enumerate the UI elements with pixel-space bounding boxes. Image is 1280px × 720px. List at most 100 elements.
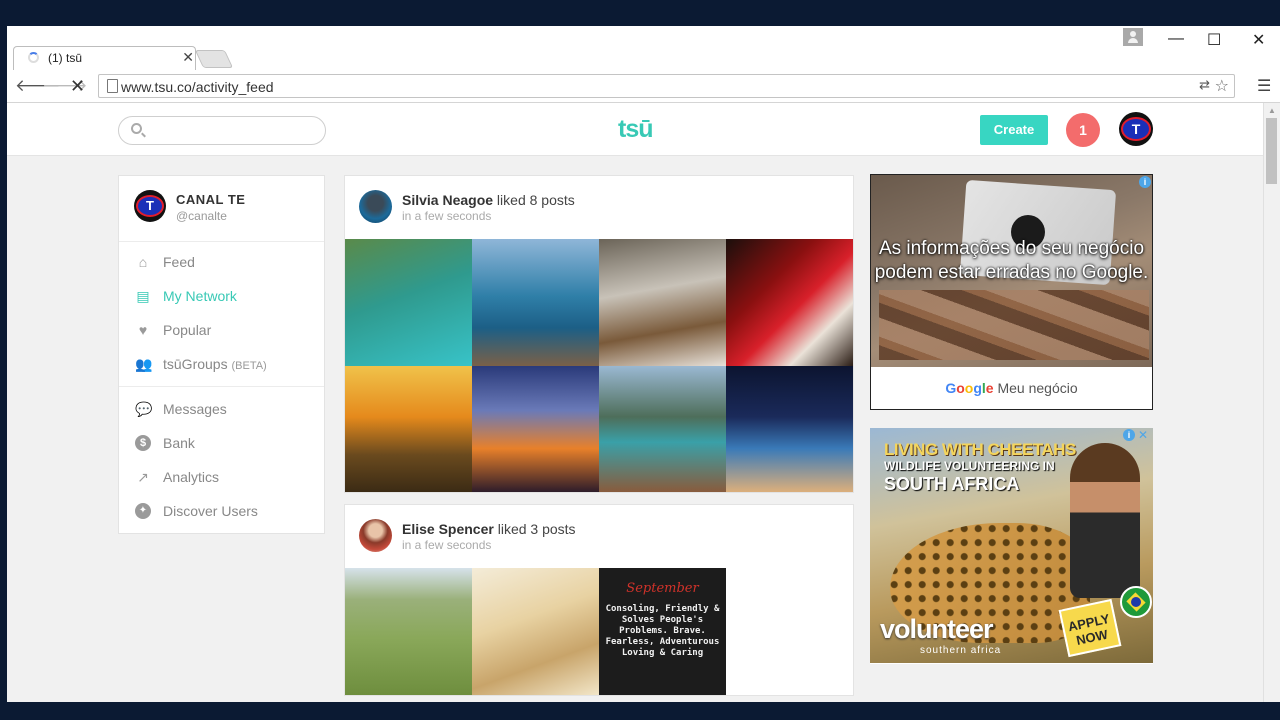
post-thumbnail[interactable]: [472, 568, 599, 695]
sidebar-item-groups[interactable]: 👥 tsūGroups (BETA): [119, 350, 324, 380]
post-thumbnail[interactable]: [345, 239, 472, 366]
url-text[interactable]: www.tsu.co/activity_feed: [121, 79, 274, 95]
google-logo: Google: [945, 380, 994, 396]
dollar-icon: $: [135, 435, 151, 451]
sidebar-item-label: My Network: [163, 288, 237, 304]
post-thumbnail[interactable]: [599, 239, 726, 366]
sidebar-item-my-network[interactable]: ▤ My Network: [119, 282, 324, 312]
post-thumbnail[interactable]: [726, 239, 853, 366]
sidebar-item-label: Messages: [163, 401, 227, 417]
scroll-up-icon[interactable]: ▲: [1268, 106, 1276, 115]
profile-avatar[interactable]: T: [134, 190, 166, 222]
user-avatar[interactable]: T: [1119, 112, 1153, 146]
google-ad[interactable]: As informações do seu negócio podem esta…: [870, 174, 1153, 410]
feed-card: Silvia Neagoe liked 8 posts in a few sec…: [344, 175, 854, 493]
timestamp: in a few seconds: [402, 538, 492, 552]
browser-menu-icon[interactable]: ☰: [1257, 76, 1271, 96]
sidebar-item-label: Analytics: [163, 469, 220, 485]
timestamp: in a few seconds: [402, 209, 492, 223]
users-icon: 👥: [135, 356, 153, 372]
sidebar-item-label: Feed: [163, 254, 195, 270]
maximize-icon[interactable]: ☐: [1207, 30, 1221, 50]
search-box[interactable]: [118, 116, 326, 145]
loading-spinner-icon: [28, 52, 39, 63]
sidebar-item-messages[interactable]: 💬 Messages: [119, 395, 324, 425]
left-sidebar: T CANAL TE @canalte ⌂ Feed ▤ My Network …: [118, 175, 325, 534]
sidebar-item-discover-users[interactable]: ✦ Discover Users: [119, 497, 324, 527]
sidebar-item-popular[interactable]: ♥ Popular: [119, 316, 324, 346]
sidebar-divider: [119, 386, 324, 387]
ad-brand-sub: southern africa: [920, 645, 1002, 656]
ad-brand: volunteer: [880, 614, 994, 644]
sidebar-item-label: Popular: [163, 322, 212, 338]
post-thumbnail[interactable]: [345, 366, 472, 492]
woman-image: [1070, 443, 1140, 598]
tab-active[interactable]: (1) tsū ✕: [13, 46, 196, 70]
sidebar-item-label: Discover Users: [163, 503, 258, 519]
site-header: tsū Create 1 T: [7, 103, 1263, 156]
scroll-thumb[interactable]: [1266, 118, 1277, 184]
notification-badge[interactable]: 1: [1066, 113, 1100, 147]
search-input[interactable]: [149, 121, 314, 141]
address-bar[interactable]: www.tsu.co/activity_feed ⇄ ☆: [98, 74, 1235, 98]
card-title: Silvia Neagoe liked 8 posts: [402, 192, 575, 208]
post-thumbnail[interactable]: [472, 239, 599, 366]
trend-icon: ↗: [137, 469, 149, 485]
ad-headline: LIVING WITH CHEETAHS: [884, 440, 1076, 459]
ad-footer: Google Meu negócio: [871, 367, 1152, 409]
beta-tag: (BETA): [231, 360, 267, 372]
thumb-heading: September: [626, 581, 699, 596]
ad-choices-icon[interactable]: i: [1123, 429, 1135, 441]
new-tab-button[interactable]: [194, 50, 234, 68]
card-title: Elise Spencer liked 3 posts: [402, 521, 576, 537]
sidebar-item-analytics[interactable]: ↗ Analytics: [119, 463, 324, 493]
page-scrollbar[interactable]: ▲: [1263, 103, 1280, 702]
stop-loading-icon[interactable]: ✕: [70, 76, 85, 97]
profile-icon[interactable]: [1123, 28, 1143, 46]
post-thumbnail[interactable]: [345, 568, 472, 695]
user-avatar[interactable]: [359, 190, 392, 223]
thumb-text: Consoling, Friendly & Solves People's Pr…: [605, 604, 720, 658]
create-button[interactable]: Create: [980, 115, 1048, 145]
search-icon: [131, 123, 142, 134]
tab-strip: (1) tsū ✕ — ☐ ✕: [7, 26, 1280, 70]
profile-name[interactable]: CANAL TE: [176, 192, 245, 207]
user-name-link[interactable]: Elise Spencer: [402, 521, 494, 537]
brazil-flag-icon: [1120, 586, 1152, 618]
browser-toolbar: 🡐 🡒 ✕ www.tsu.co/activity_feed ⇄ ☆ ☰: [7, 70, 1280, 103]
user-name-link[interactable]: Silvia Neagoe: [402, 192, 493, 208]
list-icon: ▤: [136, 288, 150, 304]
ad-location: SOUTH AFRICA: [884, 474, 1020, 494]
translate-icon[interactable]: ⇄: [1199, 77, 1210, 93]
tab-title: (1) tsū: [48, 51, 83, 65]
page-icon: [107, 79, 118, 93]
tab-close-icon[interactable]: ✕: [182, 49, 194, 66]
sidebar-item-label: tsūGroups (BETA): [163, 356, 267, 372]
feed-card: Elise Spencer liked 3 posts in a few sec…: [344, 504, 854, 696]
ad-choices-icon[interactable]: i: [1139, 176, 1151, 188]
profile-handle: @canalte: [176, 209, 227, 223]
minimize-icon[interactable]: —: [1168, 30, 1184, 48]
sidebar-item-feed[interactable]: ⌂ Feed: [119, 248, 324, 278]
post-thumbnail[interactable]: September Consoling, Friendly & Solves P…: [599, 568, 726, 695]
ad-close-icon[interactable]: ✕: [1138, 428, 1148, 442]
browser-window: (1) tsū ✕ — ☐ ✕ 🡐 🡒 ✕ www.tsu.co/activit…: [7, 26, 1280, 702]
desktop: (1) tsū ✕ — ☐ ✕ 🡐 🡒 ✕ www.tsu.co/activit…: [0, 0, 1280, 720]
sidebar-item-label: Bank: [163, 435, 195, 451]
post-thumbnail[interactable]: [472, 366, 599, 492]
volunteer-ad[interactable]: LIVING WITH CHEETAHS WILDLIFE VOLUNTEERI…: [870, 428, 1153, 664]
heart-icon: ♥: [138, 322, 148, 338]
sidebar-item-bank[interactable]: $ Bank: [119, 429, 324, 459]
user-avatar[interactable]: [359, 519, 392, 552]
compass-icon: ✦: [135, 503, 151, 519]
profile-card[interactable]: T CANAL TE @canalte: [119, 176, 324, 242]
close-window-icon[interactable]: ✕: [1252, 30, 1265, 50]
chat-icon: 💬: [135, 401, 153, 417]
ad-headline: As informações do seu negócio podem esta…: [874, 238, 1149, 283]
ad-subheadline: WILDLIFE VOLUNTEERING IN: [884, 459, 1055, 473]
post-thumbnail[interactable]: [726, 366, 853, 492]
post-thumbnail[interactable]: [599, 366, 726, 492]
bookmark-star-icon[interactable]: ☆: [1215, 76, 1229, 96]
tsu-logo[interactable]: tsū: [618, 115, 653, 144]
home-icon: ⌂: [138, 254, 148, 270]
